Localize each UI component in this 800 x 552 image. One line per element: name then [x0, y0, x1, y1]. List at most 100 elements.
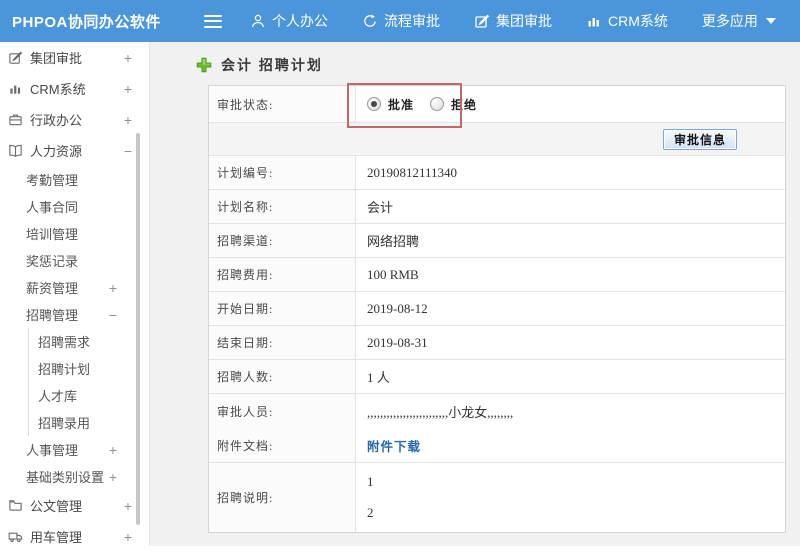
- nav-item-personal-office[interactable]: 个人办公: [250, 11, 328, 31]
- sidebar-item-basic-category[interactable]: 基础类别设置 +: [0, 463, 149, 490]
- chart-icon: [8, 81, 25, 96]
- sidebar-item-personnel-mgmt[interactable]: 人事管理 +: [0, 436, 149, 463]
- nav-item-label: 个人办公: [272, 13, 328, 29]
- sidebar-item-document-mgmt[interactable]: 公文管理 +: [0, 490, 149, 521]
- sidebar-item-label: 招聘录用: [38, 416, 91, 431]
- top-header: PHPOA协同办公软件 个人办公 流程审批 集团审批 CRM系统 更多应用: [0, 0, 800, 42]
- person-icon: [250, 13, 266, 29]
- table-row: 招聘费用: 100 RMB: [209, 258, 785, 292]
- field-label: 开始日期:: [209, 292, 356, 325]
- sidebar-item-label: 招聘管理: [26, 308, 79, 323]
- nav-item-label: CRM系统: [608, 13, 668, 29]
- flow-approval-icon: [362, 13, 378, 29]
- sidebar-item-label: 招聘计划: [38, 362, 91, 377]
- nav-item-more-apps[interactable]: 更多应用: [702, 11, 776, 31]
- collapse-minus-icon[interactable]: −: [109, 308, 117, 322]
- sidebar-item-hr-contract[interactable]: 人事合同: [0, 193, 149, 220]
- field-label: 计划名称:: [209, 190, 356, 223]
- expand-plus-icon[interactable]: +: [109, 281, 117, 295]
- field-value: 2019-08-12: [367, 300, 428, 316]
- collapse-minus-icon[interactable]: −: [124, 144, 132, 158]
- field-label: 招聘费用:: [209, 258, 356, 291]
- sidebar-item-recruit-demand[interactable]: 招聘需求: [28, 328, 149, 355]
- sidebar-item-human-resources[interactable]: 人力资源 −: [0, 135, 149, 166]
- expand-plus-icon[interactable]: +: [124, 499, 132, 513]
- sidebar-item-label: 奖惩记录: [26, 254, 79, 269]
- nav-item-label: 集团审批: [496, 13, 552, 29]
- doc-icon: [8, 498, 25, 513]
- recruitment-plan-detail-table: 审批状态: 批准 拒绝 审批信息 计划编号: 20190812111340 计划名称…: [208, 85, 786, 533]
- field-value: 2019-08-31: [367, 334, 428, 350]
- sidebar-item-group-approval[interactable]: 集团审批 +: [0, 42, 149, 73]
- main-content: 会计 招聘计划 审批状态: 批准 拒绝 审批信息 计划编号: 2019081211…: [150, 42, 800, 546]
- sidebar-item-admin-office[interactable]: 行政办公 +: [0, 104, 149, 135]
- sidebar: 集团审批 + CRM系统 + 行政办公 + 人力资源 − 考勤管理人事合同培训管理奖惩记录薪资管…: [0, 42, 150, 546]
- sidebar-item-label: CRM系统: [30, 82, 86, 97]
- sidebar-item-salary-mgmt[interactable]: 薪资管理 +: [0, 274, 149, 301]
- table-row: 审批人员: ,,,,,,,,,,,,,,,,,,,,,,,,,小龙女,,,,,,,…: [209, 394, 785, 428]
- radio-approve[interactable]: 批准: [367, 96, 414, 113]
- radio-approve-label: 批准: [388, 97, 415, 112]
- sidebar-item-training-mgmt[interactable]: 培训管理: [0, 220, 149, 247]
- sidebar-item-label: 人事合同: [26, 200, 79, 215]
- expand-plus-icon[interactable]: +: [124, 51, 132, 65]
- sidebar-item-label: 集团审批: [30, 51, 83, 66]
- sidebar-item-talent-pool[interactable]: 人才库: [28, 382, 149, 409]
- table-row: 计划编号: 20190812111340: [209, 156, 785, 190]
- sidebar-item-vehicle-mgmt[interactable]: 用车管理 +: [0, 521, 149, 552]
- bar-chart-icon: [586, 13, 602, 29]
- expand-plus-icon[interactable]: +: [109, 443, 117, 457]
- expand-plus-icon[interactable]: +: [124, 82, 132, 96]
- radio-approve-icon[interactable]: [367, 97, 381, 111]
- sidebar-item-label: 人才库: [38, 389, 78, 404]
- field-label: 审批人员:: [209, 394, 356, 428]
- nav-item-label: 更多应用: [701, 13, 758, 29]
- nav-item-label: 流程审批: [384, 13, 440, 29]
- sidebar-item-label: 公文管理: [30, 499, 83, 514]
- sidebar-item-attendance-mgmt[interactable]: 考勤管理: [0, 166, 149, 193]
- radio-reject-icon[interactable]: [430, 97, 445, 111]
- nav-item-workflow-approval[interactable]: 流程审批: [362, 11, 440, 31]
- sidebar-item-reward-records[interactable]: 奖惩记录: [0, 247, 149, 274]
- sidebar-item-label: 行政办公: [30, 113, 83, 128]
- sidebar-item-label: 用车管理: [30, 530, 83, 545]
- expand-plus-icon[interactable]: +: [124, 530, 132, 544]
- sidebar-item-label: 招聘需求: [38, 335, 91, 350]
- sidebar-item-crm-system[interactable]: CRM系统 +: [0, 73, 149, 104]
- caret-down-icon: [765, 18, 776, 24]
- field-value: 20190812111340: [367, 164, 458, 180]
- field-value: ,,,,,,,,,,,,,,,,,,,,,,,,,小龙女,,,,,,,,: [367, 404, 514, 420]
- field-label: 招聘渠道:: [209, 224, 356, 257]
- field-value: 1 2: [356, 463, 785, 532]
- attachment-download-link[interactable]: 附件下载: [367, 436, 421, 455]
- sidebar-item-label: 薪资管理: [26, 281, 79, 296]
- sidebar-item-recruit-mgmt[interactable]: 招聘管理 −: [0, 301, 149, 328]
- field-value: 网络招聘: [367, 234, 420, 249]
- sidebar-item-recruit-plan[interactable]: 招聘计划: [28, 355, 149, 382]
- nav-item-crm-system[interactable]: CRM系统: [586, 11, 668, 31]
- table-row-attachment: 附件文档: 附件下载: [209, 428, 785, 463]
- sidebar-scrollbar[interactable]: [136, 133, 140, 525]
- table-row-description: 招聘说明: 1 2: [209, 463, 785, 532]
- sidebar-item-label: 基础类别设置: [26, 470, 105, 485]
- edit-icon: [474, 13, 490, 29]
- sidebar-item-recruit-hire[interactable]: 招聘录用: [28, 409, 149, 436]
- expand-plus-icon[interactable]: +: [109, 470, 117, 484]
- table-row: 计划名称: 会计: [209, 190, 785, 224]
- field-value: 1 人: [367, 370, 390, 385]
- edit-square-icon: [8, 50, 25, 65]
- radio-reject[interactable]: 拒绝: [430, 96, 477, 113]
- nav-item-group-approval[interactable]: 集团审批: [474, 11, 552, 31]
- add-plus-icon[interactable]: [196, 57, 212, 73]
- table-row: 招聘人数: 1 人: [209, 360, 785, 394]
- approval-info-button[interactable]: 审批信息: [662, 128, 737, 150]
- field-label: 附件文档:: [209, 428, 356, 462]
- expand-plus-icon[interactable]: +: [124, 113, 132, 127]
- field-value: 附件下载: [356, 428, 785, 462]
- truck-icon: [8, 529, 25, 544]
- sidebar-item-label: 培训管理: [26, 227, 79, 242]
- field-value: 100 RMB: [367, 266, 419, 282]
- table-row: 结束日期: 2019-08-31: [209, 326, 785, 360]
- sidebar-item-label: 人力资源: [30, 144, 83, 159]
- hamburger-menu-icon[interactable]: [204, 14, 222, 28]
